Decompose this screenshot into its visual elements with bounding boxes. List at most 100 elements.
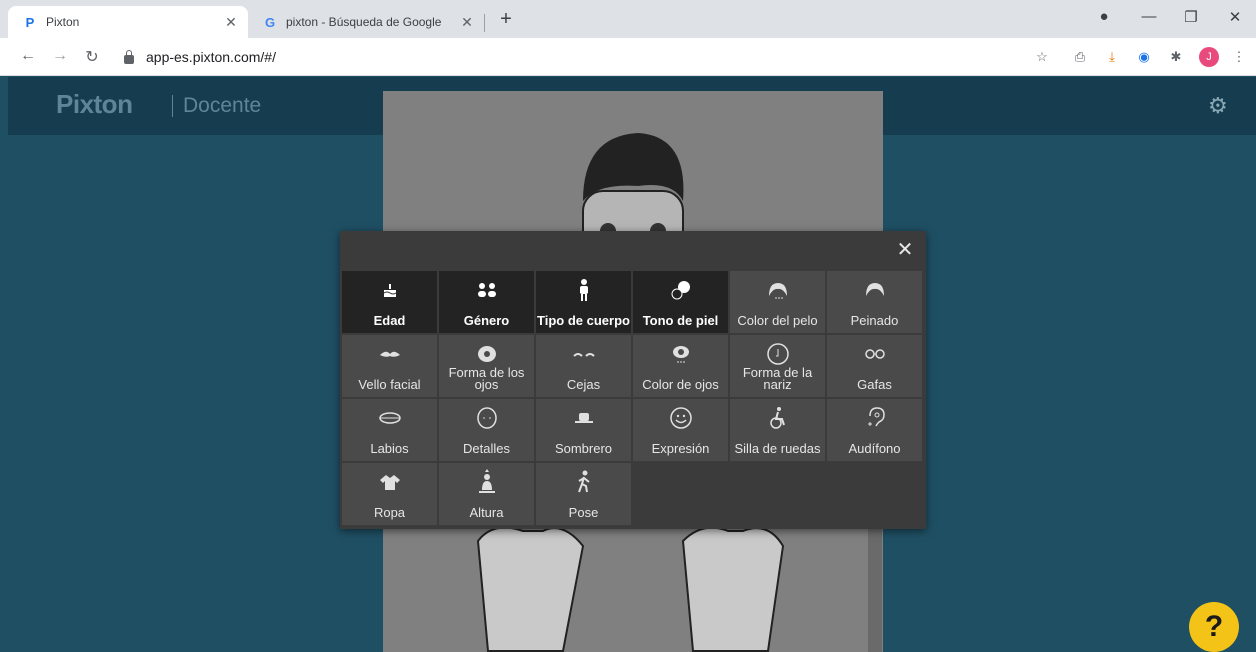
tab-title: Pixton [46,15,80,29]
option-peinado[interactable]: Peinado [827,271,922,333]
option-label: Cejas [566,377,601,392]
option-label: Expresión [651,441,710,456]
option-forma-de-la-nariz[interactable]: Forma de la nariz [730,335,825,397]
option-sombrero[interactable]: Sombrero [536,399,631,461]
role-label: Docente [183,94,262,117]
glasses-icon [827,343,922,365]
wheelchair-icon [730,407,825,429]
download-extension-icon[interactable]: ⤓ [1102,47,1122,67]
option-labios[interactable]: Labios [342,399,437,461]
close-tab-icon[interactable]: ✕ [220,14,242,31]
hearing-aid-icon [827,407,922,429]
eye-color-icon [633,343,728,365]
lock-icon [124,49,134,64]
option-label: Forma de los ojos [448,365,525,392]
option-altura[interactable]: Altura [439,463,534,525]
option-label: Sombrero [554,441,613,456]
option-label: Ropa [373,505,406,520]
option-label: Tono de piel [642,313,719,328]
minimize-button[interactable]: — [1134,8,1164,25]
option-label: Color de ojos [642,377,719,392]
option-pose[interactable]: Pose [536,463,631,525]
tab-pixton[interactable]: P Pixton ✕ [8,6,248,38]
option-label: Forma de la nariz [742,365,813,392]
option-label: Edad [373,313,406,328]
option-audifono[interactable]: Audífono [827,399,922,461]
option-label: Labios [370,441,409,456]
option-expresion[interactable]: Expresión [633,399,728,461]
bookmark-star-icon[interactable]: ☆ [1032,47,1052,67]
option-label: Peinado [850,313,899,328]
option-edad[interactable]: Edad [342,271,437,333]
tab-title: pixton - Búsqueda de Google [286,15,442,29]
lips-icon [342,407,437,429]
option-color-del-pelo[interactable]: Color del pelo [730,271,825,333]
character-options-modal: ✕ Edad Género Tipo de cuerpo Tono de piel Co… [340,231,926,529]
height-icon [439,469,534,493]
option-detalles[interactable]: Detalles [439,399,534,461]
smile-icon [633,407,728,429]
option-label: Género [463,313,510,328]
option-label: Vello facial [358,377,421,392]
browser-account-icon[interactable]: ● [1089,8,1119,25]
nose-icon [730,343,825,365]
option-color-de-ojos[interactable]: Color de ojos [633,335,728,397]
canvas-scrollbar[interactable] [868,527,882,652]
options-grid: Edad Género Tipo de cuerpo Tono de piel Colo… [342,271,924,527]
hat-icon [536,407,631,429]
option-ropa[interactable]: Ropa [342,463,437,525]
vd-extension-icon[interactable]: ◉ [1134,47,1154,67]
address-bar[interactable]: app-es.pixton.com/#/ [110,43,1060,71]
option-silla-de-ruedas[interactable]: Silla de ruedas [730,399,825,461]
option-label: Gafas [857,377,892,392]
option-label: Tipo de cuerpo [537,313,630,328]
body-icon [536,279,631,301]
option-cejas[interactable]: Cejas [536,335,631,397]
close-tab-icon[interactable]: ✕ [456,14,478,31]
option-tono-de-piel[interactable]: Tono de piel [633,271,728,333]
pixton-logo[interactable]: Pixton [56,89,133,120]
help-button[interactable]: ? [1189,602,1239,652]
browser-tab-bar: P Pixton ✕ G pixton - Búsqueda de Google… [0,0,1256,38]
mustache-icon [342,343,437,365]
hair-color-icon [730,279,825,301]
new-tab-button[interactable]: + [494,8,518,31]
hairstyle-icon [827,279,922,301]
option-forma-de-los-ojos[interactable]: Forma de los ojos [439,335,534,397]
skin-tone-icon [633,279,728,301]
pdf-extension-icon[interactable]: ⎙ [1070,47,1090,67]
google-favicon-icon: G [264,14,276,30]
face-details-icon [439,407,534,429]
option-label: Altura [469,505,504,520]
tab-google-search[interactable]: G pixton - Búsqueda de Google ✕ [252,6,484,38]
cake-icon [342,279,437,301]
option-genero[interactable]: Género [439,271,534,333]
gear-icon[interactable]: ⚙ [1208,93,1228,119]
option-gafas[interactable]: Gafas [827,335,922,397]
option-label: Audífono [848,441,901,456]
logo-divider [172,95,173,117]
option-label: Color del pelo [737,313,818,328]
tab-separator [484,14,485,32]
close-window-button[interactable]: ✕ [1220,8,1250,26]
forward-button[interactable]: → [50,47,70,65]
option-label: Detalles [463,441,510,456]
shirt-icon [342,471,437,493]
restore-button[interactable]: ❐ [1176,8,1206,26]
people-icon [439,279,534,301]
url-text: app-es.pixton.com/#/ [146,49,276,65]
browser-menu-icon[interactable]: ⋮ [1229,47,1249,67]
profile-avatar[interactable]: J [1199,47,1219,67]
option-vello-facial[interactable]: Vello facial [342,335,437,397]
back-button[interactable]: ← [18,47,38,65]
option-tipo-de-cuerpo[interactable]: Tipo de cuerpo [536,271,631,333]
browser-toolbar: ← → ↻ app-es.pixton.com/#/ ☆ ⎙ ⤓ ◉ ✱ J ⋮ [0,38,1256,76]
extensions-puzzle-icon[interactable]: ✱ [1166,47,1186,67]
pixton-favicon-icon: P [25,14,35,30]
close-icon[interactable]: ✕ [894,239,916,261]
pose-icon [536,470,631,493]
option-label: Silla de ruedas [734,441,821,456]
eye-shape-icon [439,343,534,365]
reload-button[interactable]: ↻ [82,47,102,67]
eyebrows-icon [536,343,631,365]
